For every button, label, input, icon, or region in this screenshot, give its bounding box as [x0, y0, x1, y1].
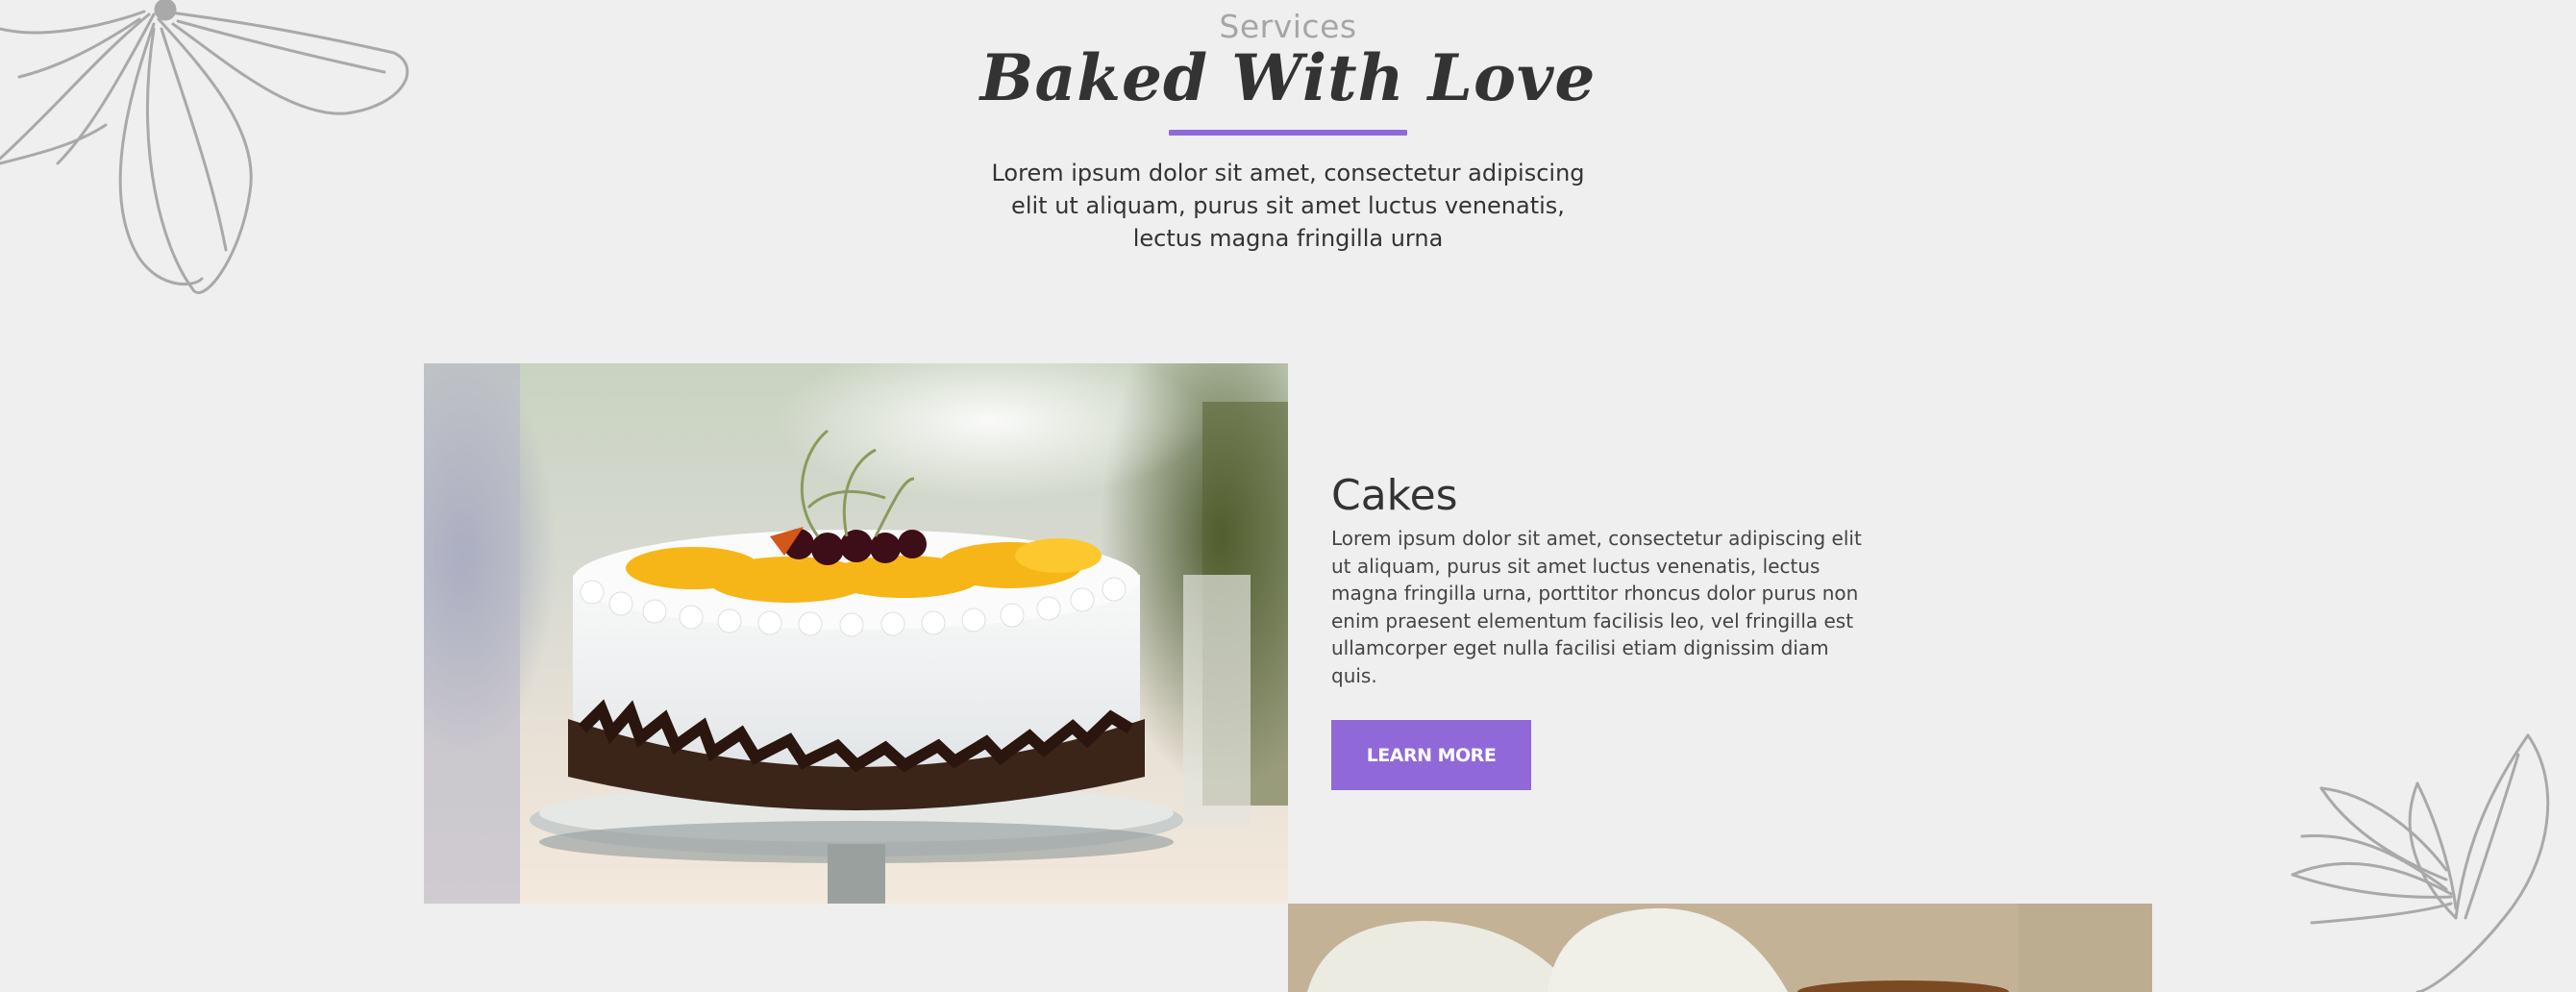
title-underline: [1169, 130, 1407, 136]
bread-image: [1288, 904, 2152, 992]
service-description: Lorem ipsum dolor sit amet, consectetur …: [1331, 527, 1862, 687]
leaf-decoration-icon: [2291, 733, 2550, 992]
cake-image: [424, 363, 1288, 904]
service-title: Cakes: [1331, 471, 1458, 520]
section-title: Baked With Love: [979, 40, 1597, 115]
learn-more-button[interactable]: LEARN MORE: [1331, 720, 1531, 790]
section-intro: Lorem ipsum dolor sit amet, consectetur …: [991, 160, 1585, 252]
